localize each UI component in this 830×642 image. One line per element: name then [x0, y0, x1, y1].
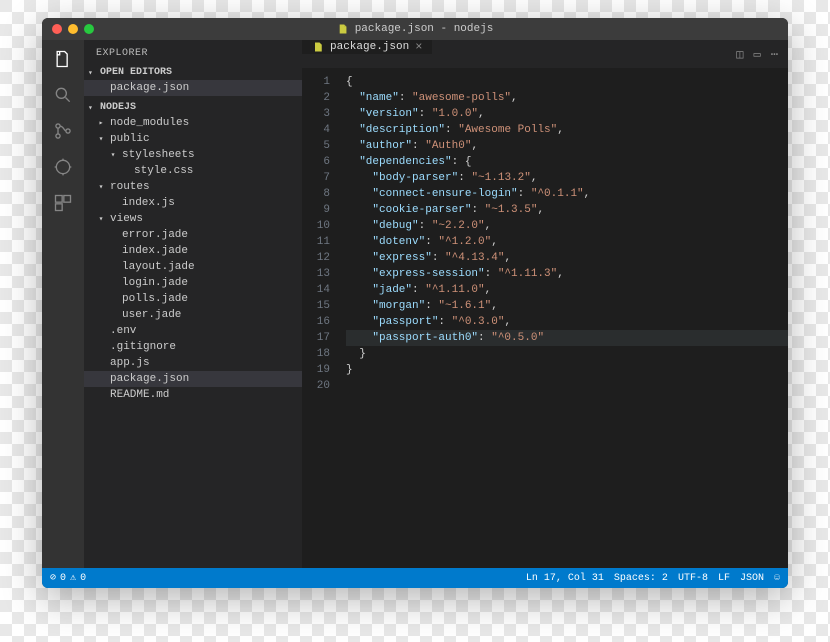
item-label: index.js — [122, 197, 175, 209]
folder-item[interactable]: ▾ public — [84, 131, 302, 147]
sidebar-title: EXPLORER — [84, 40, 302, 65]
open-editors-label: OPEN EDITORS — [100, 67, 172, 78]
search-view-icon[interactable] — [52, 84, 74, 106]
file-item[interactable]: •.gitignore — [84, 339, 302, 355]
item-label: README.md — [110, 389, 169, 401]
chevron-right-icon: ▸ — [96, 118, 106, 128]
window-title: package.json - nodejs — [337, 23, 494, 35]
minimize-window-button[interactable] — [68, 24, 78, 34]
file-item[interactable]: •app.js — [84, 355, 302, 371]
file-item[interactable]: •package.json — [84, 371, 302, 387]
chevron-down-icon: ▾ — [88, 68, 96, 78]
project-label: NODEJS — [100, 102, 136, 113]
project-header[interactable]: ▾ NODEJS — [84, 100, 302, 115]
code-editor[interactable]: 1234567891011121314151617181920 { "name"… — [302, 68, 788, 568]
file-item[interactable]: •login.jade — [84, 275, 302, 291]
json-file-icon — [337, 23, 349, 35]
extensions-view-icon[interactable] — [52, 192, 74, 214]
open-editors-header[interactable]: ▾ OPEN EDITORS — [84, 65, 302, 80]
language-mode[interactable]: JSON — [740, 573, 764, 584]
file-label: package.json — [110, 82, 189, 94]
file-item[interactable]: •README.md — [84, 387, 302, 403]
explorer-sidebar: EXPLORER ▾ OPEN EDITORS •package.json ▾ … — [84, 40, 302, 568]
item-label: routes — [110, 181, 150, 193]
vscode-window: package.json - nodejs EXPLORER ▾ OPEN ED… — [42, 18, 788, 588]
open-editor-item[interactable]: •package.json — [84, 80, 302, 96]
activity-bar — [42, 40, 84, 568]
layout-icon[interactable]: ▭ — [754, 47, 761, 62]
editor-area: package.json × ◫ ▭ ⋯ 12345678910111213141… — [302, 40, 788, 568]
editor-tab[interactable]: package.json × — [302, 40, 433, 54]
file-item[interactable]: •style.css — [84, 163, 302, 179]
item-label: public — [110, 133, 150, 145]
titlebar: package.json - nodejs — [42, 18, 788, 40]
close-tab-icon[interactable]: × — [415, 40, 422, 54]
tab-label: package.json — [330, 41, 409, 53]
item-label: .gitignore — [110, 341, 176, 353]
folder-item[interactable]: ▾ stylesheets — [84, 147, 302, 163]
problems-status[interactable]: ⊘0 ⚠0 — [50, 572, 86, 584]
file-item[interactable]: •index.jade — [84, 243, 302, 259]
explorer-view-icon[interactable] — [52, 48, 74, 70]
item-label: node_modules — [110, 117, 189, 129]
item-label: views — [110, 213, 143, 225]
item-label: .env — [110, 325, 136, 337]
chevron-down-icon: ▾ — [88, 103, 96, 113]
file-item[interactable]: •polls.jade — [84, 291, 302, 307]
chevron-down-icon: ▾ — [108, 150, 118, 160]
item-label: login.jade — [122, 277, 188, 289]
line-number-gutter: 1234567891011121314151617181920 — [302, 68, 338, 568]
chevron-down-icon: ▾ — [96, 134, 106, 144]
json-file-icon — [312, 41, 324, 53]
cursor-position[interactable]: Ln 17, Col 31 — [526, 573, 604, 584]
tab-bar: package.json × ◫ ▭ ⋯ — [302, 40, 788, 68]
item-label: stylesheets — [122, 149, 195, 161]
window-title-text: package.json - nodejs — [355, 23, 494, 35]
file-item[interactable]: •user.jade — [84, 307, 302, 323]
tab-actions: ◫ ▭ ⋯ — [736, 40, 788, 68]
item-label: polls.jade — [122, 293, 188, 305]
encoding-status[interactable]: UTF-8 — [678, 573, 708, 584]
split-editor-icon[interactable]: ◫ — [736, 47, 743, 62]
folder-item[interactable]: ▾ routes — [84, 179, 302, 195]
file-item[interactable]: •index.js — [84, 195, 302, 211]
maximize-window-button[interactable] — [84, 24, 94, 34]
folder-item[interactable]: ▾ views — [84, 211, 302, 227]
item-label: package.json — [110, 373, 189, 385]
more-actions-icon[interactable]: ⋯ — [771, 47, 778, 62]
file-item[interactable]: •layout.jade — [84, 259, 302, 275]
feedback-icon[interactable]: ☺ — [774, 573, 780, 584]
code-content[interactable]: { "name": "awesome-polls", "version": "1… — [338, 68, 788, 568]
folder-item[interactable]: ▸ node_modules — [84, 115, 302, 131]
window-controls — [42, 24, 94, 34]
item-label: app.js — [110, 357, 150, 369]
source-control-icon[interactable] — [52, 120, 74, 142]
warning-icon: ⚠ — [70, 572, 76, 584]
item-label: layout.jade — [122, 261, 195, 273]
debug-view-icon[interactable] — [52, 156, 74, 178]
status-bar: ⊘0 ⚠0 Ln 17, Col 31 Spaces: 2 UTF-8 LF J… — [42, 568, 788, 588]
item-label: style.css — [134, 165, 193, 177]
chevron-down-icon: ▾ — [96, 214, 106, 224]
close-window-button[interactable] — [52, 24, 62, 34]
item-label: user.jade — [122, 309, 181, 321]
chevron-down-icon: ▾ — [96, 182, 106, 192]
item-label: index.jade — [122, 245, 188, 257]
error-icon: ⊘ — [50, 572, 56, 584]
eol-status[interactable]: LF — [718, 573, 730, 584]
file-item[interactable]: •error.jade — [84, 227, 302, 243]
indentation-status[interactable]: Spaces: 2 — [614, 573, 668, 584]
item-label: error.jade — [122, 229, 188, 241]
file-item[interactable]: •.env — [84, 323, 302, 339]
